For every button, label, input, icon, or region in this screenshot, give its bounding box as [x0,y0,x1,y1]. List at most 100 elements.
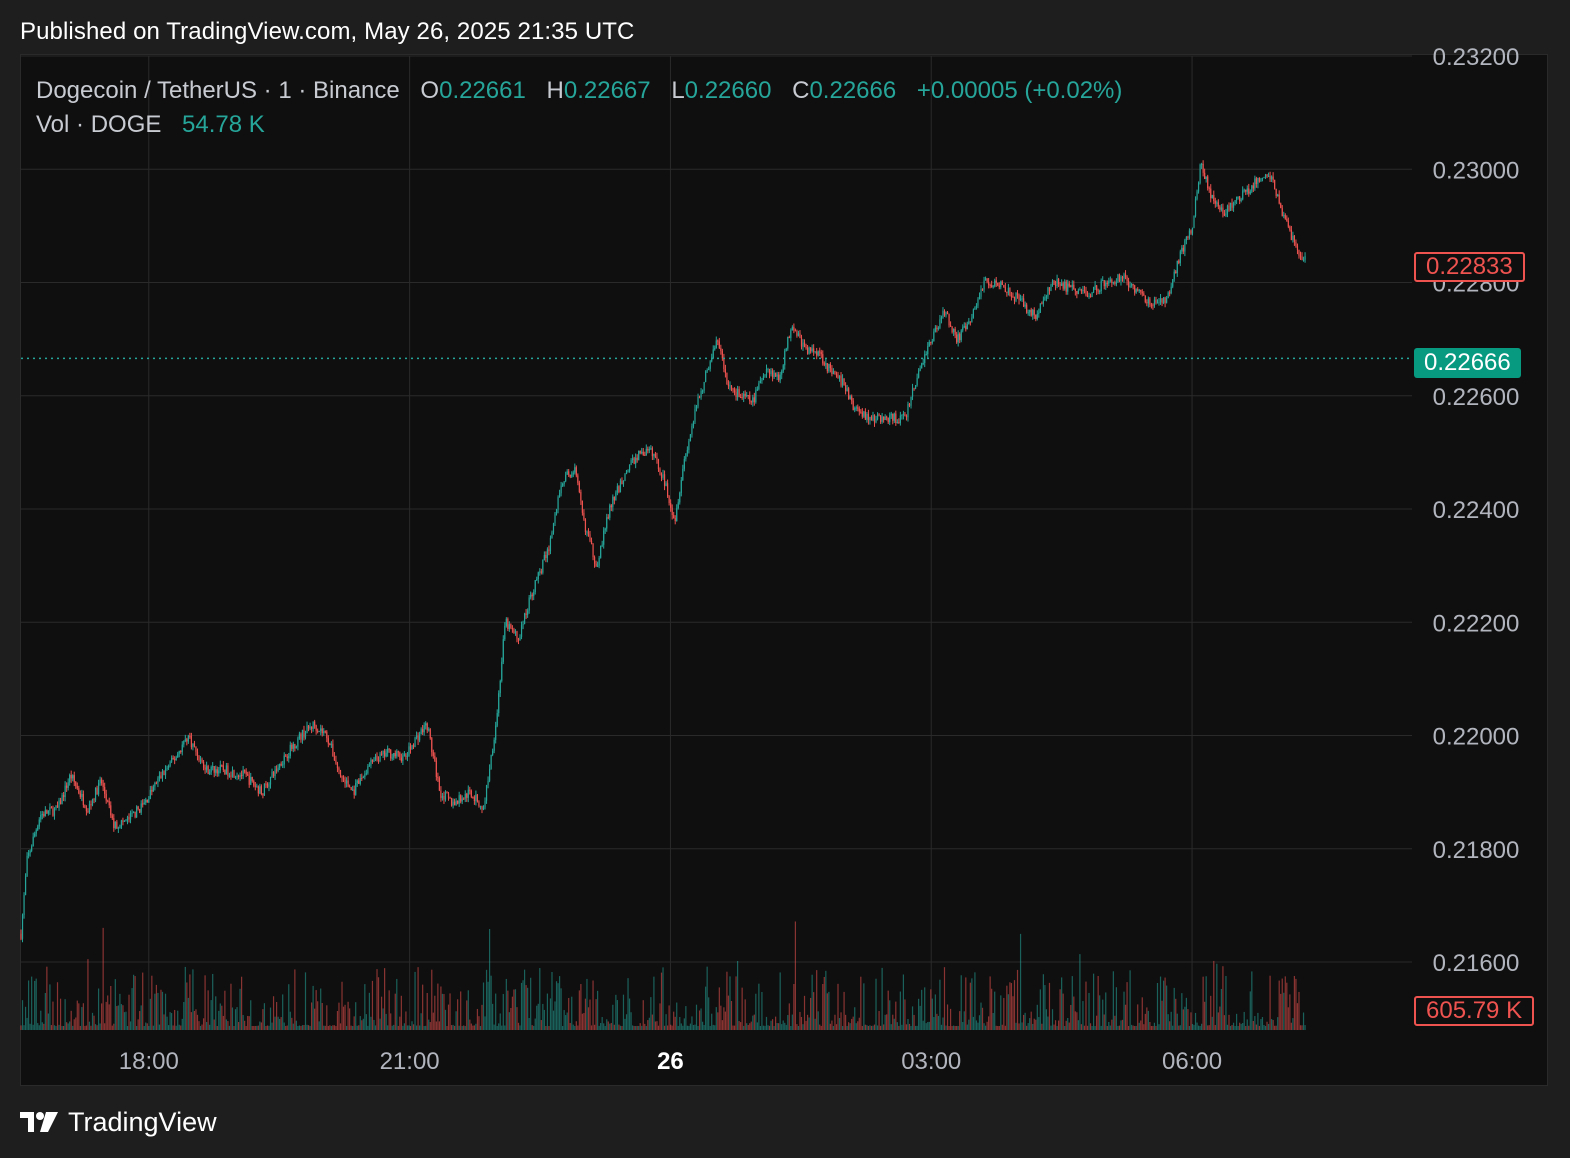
volume-bar [674,1016,676,1030]
candle-body [62,795,65,798]
volume-bar [1015,1022,1017,1030]
candle-body [1274,179,1276,189]
volume-bar [1070,1004,1072,1030]
candle-body [317,730,319,732]
volume-bar [1176,1013,1178,1030]
volume-bar [1134,1025,1136,1030]
candle-body [916,377,918,386]
candle-body [1143,293,1145,296]
volume-bar [682,1025,684,1030]
candle-body [1007,287,1009,293]
volume-bar [192,969,194,1030]
candle-body [1158,301,1160,303]
candle-body [309,726,311,729]
volume-bar [283,1022,285,1030]
candle-body [47,810,49,814]
candle-body [355,783,357,795]
y-tick-label: 0.23000 [1433,157,1520,184]
volume-bar [1061,977,1063,1030]
candle-body [1132,284,1134,286]
volume-bar [974,972,976,1030]
volume-bar [268,1025,270,1030]
candle-body [714,347,716,350]
volume-bar [422,984,424,1030]
candle-body [272,771,275,777]
candle-body [31,846,33,851]
candle-body [280,763,282,766]
candle-body [1076,291,1078,294]
candle-body [1191,227,1194,234]
volume-bar [886,1014,888,1030]
candle-body [1260,178,1262,182]
candle-body [446,792,448,794]
candle-body [673,515,675,519]
candle-body [545,555,547,559]
candle-body [180,751,182,753]
candle-body [593,557,596,564]
volume-bar [452,1024,454,1030]
volume-bar [584,998,587,1030]
candle-body [327,738,329,744]
volume-bar [1054,1020,1057,1030]
candle-body [21,914,24,939]
volume-bar [785,1024,787,1030]
volume-bar [1152,1025,1154,1030]
candle-body [376,755,378,761]
candlestick-chart[interactable]: 0.232000.230000.228000.226000.224000.222… [0,0,1570,1158]
candle-body [399,752,401,758]
volume-bar [460,991,462,1030]
volume-bar [101,1003,103,1030]
candle-body [971,317,973,323]
volume-label[interactable]: Vol · DOGE [36,111,161,138]
candle-body [1220,207,1222,210]
volume-bar [1042,974,1044,1030]
volume-bar [960,975,962,1030]
volume-bar [986,1021,988,1030]
volume-bar [367,1025,369,1030]
candle-body [102,783,104,788]
candle-body [379,753,381,762]
candle-body [1266,174,1268,177]
volume-bar [94,1024,97,1030]
volume-bar [703,1024,705,1030]
candle-body [64,785,66,798]
volume-bar [1190,1012,1192,1030]
candle-body [756,389,758,391]
volume-bar [1278,980,1280,1030]
candle-body [872,414,874,421]
candle-body [778,374,780,381]
candle-body [312,721,314,729]
volume-bar [242,1015,244,1030]
volume-bar [918,998,920,1030]
volume-bar [864,1024,866,1030]
volume-bar [832,1025,835,1030]
candle-body [534,580,536,593]
volume-bar [542,1003,544,1030]
candle-body [423,725,425,733]
candle-body [533,592,535,597]
candle-body [744,393,746,397]
volume-bar [314,1008,316,1030]
candle-body [978,296,981,300]
candle-body [1057,278,1060,285]
volume-bar [651,1014,653,1030]
candle-body [849,396,851,399]
candle-body [224,770,226,775]
volume-bar [1188,1025,1191,1030]
tradingview-logo[interactable]: TradingView [20,1104,217,1140]
candle-body [841,378,844,386]
volume-bar [119,993,121,1030]
symbol-label[interactable]: Dogecoin / TetherUS · 1 · Binance [36,77,400,104]
volume-bar [600,1023,602,1030]
volume-bar [1021,1022,1023,1030]
candle-body [1234,200,1236,203]
volume-bar [642,1000,644,1030]
current-price-tag: 0.22666 [1414,348,1521,378]
volume-bar [565,1015,567,1030]
volume-bar [1184,1006,1186,1030]
volume-bar [738,1021,740,1030]
candle-body [37,826,39,830]
volume-bar [432,1012,434,1030]
volume-bar [1155,1025,1157,1030]
candle-body [1091,292,1093,297]
